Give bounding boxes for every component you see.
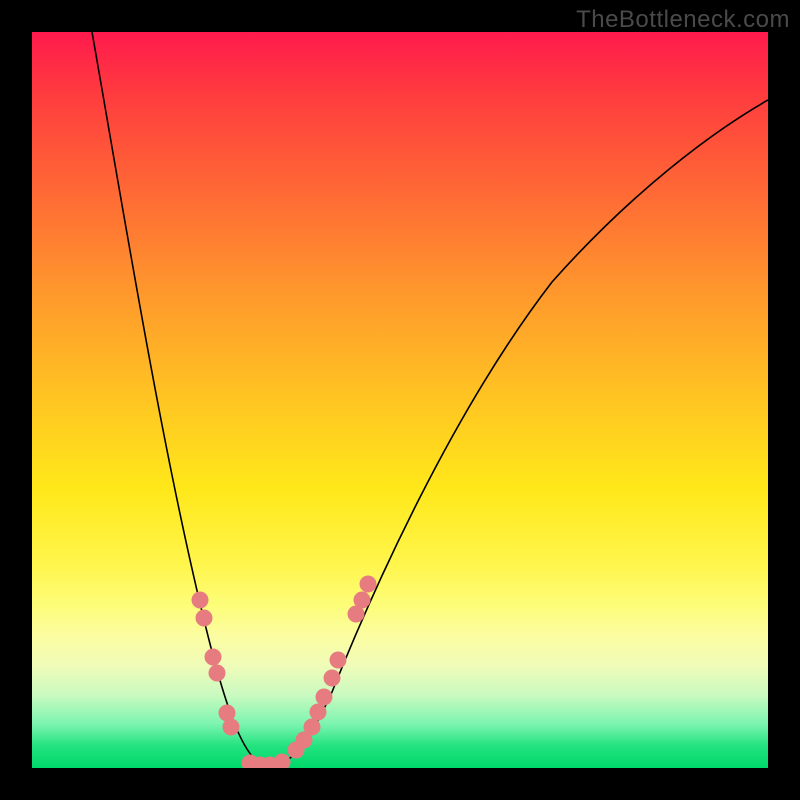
bottleneck-curve: [92, 32, 768, 767]
highlight-dot: [209, 665, 226, 682]
highlight-dot: [360, 576, 377, 593]
highlight-dot: [192, 592, 209, 609]
curve-overlay: [32, 32, 768, 768]
highlight-dot: [316, 689, 333, 706]
highlight-dots-group: [192, 576, 377, 769]
chart-container: TheBottleneck.com: [0, 0, 800, 800]
highlight-dot: [196, 610, 213, 627]
plot-area: [32, 32, 768, 768]
highlight-dot: [205, 649, 222, 666]
highlight-dot: [274, 754, 291, 769]
highlight-dot: [223, 719, 240, 736]
highlight-dot: [330, 652, 347, 669]
highlight-dot: [324, 670, 341, 687]
highlight-dot: [310, 704, 327, 721]
watermark-text: TheBottleneck.com: [576, 6, 790, 34]
highlight-dot: [304, 719, 321, 736]
highlight-dot: [354, 592, 371, 609]
